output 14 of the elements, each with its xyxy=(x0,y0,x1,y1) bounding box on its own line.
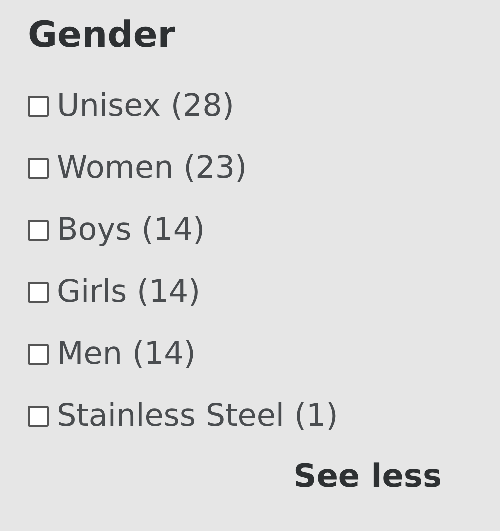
checkbox[interactable] xyxy=(28,282,49,302)
checkbox[interactable] xyxy=(28,220,49,240)
option-label: Stainless Steel (1) xyxy=(57,397,338,436)
checkbox[interactable] xyxy=(28,96,49,116)
checkbox[interactable] xyxy=(28,344,49,364)
see-less-link[interactable]: See less xyxy=(294,452,442,500)
option-label: Women (23) xyxy=(57,149,248,188)
option-label: Unisex (28) xyxy=(57,87,234,126)
checkbox[interactable] xyxy=(28,406,49,426)
option-label: Boys (14) xyxy=(57,211,206,250)
checkbox[interactable] xyxy=(28,158,49,178)
option-label: Girls (14) xyxy=(57,273,201,312)
filter-heading: Gender xyxy=(28,14,176,58)
option-label: Men (14) xyxy=(57,335,196,374)
